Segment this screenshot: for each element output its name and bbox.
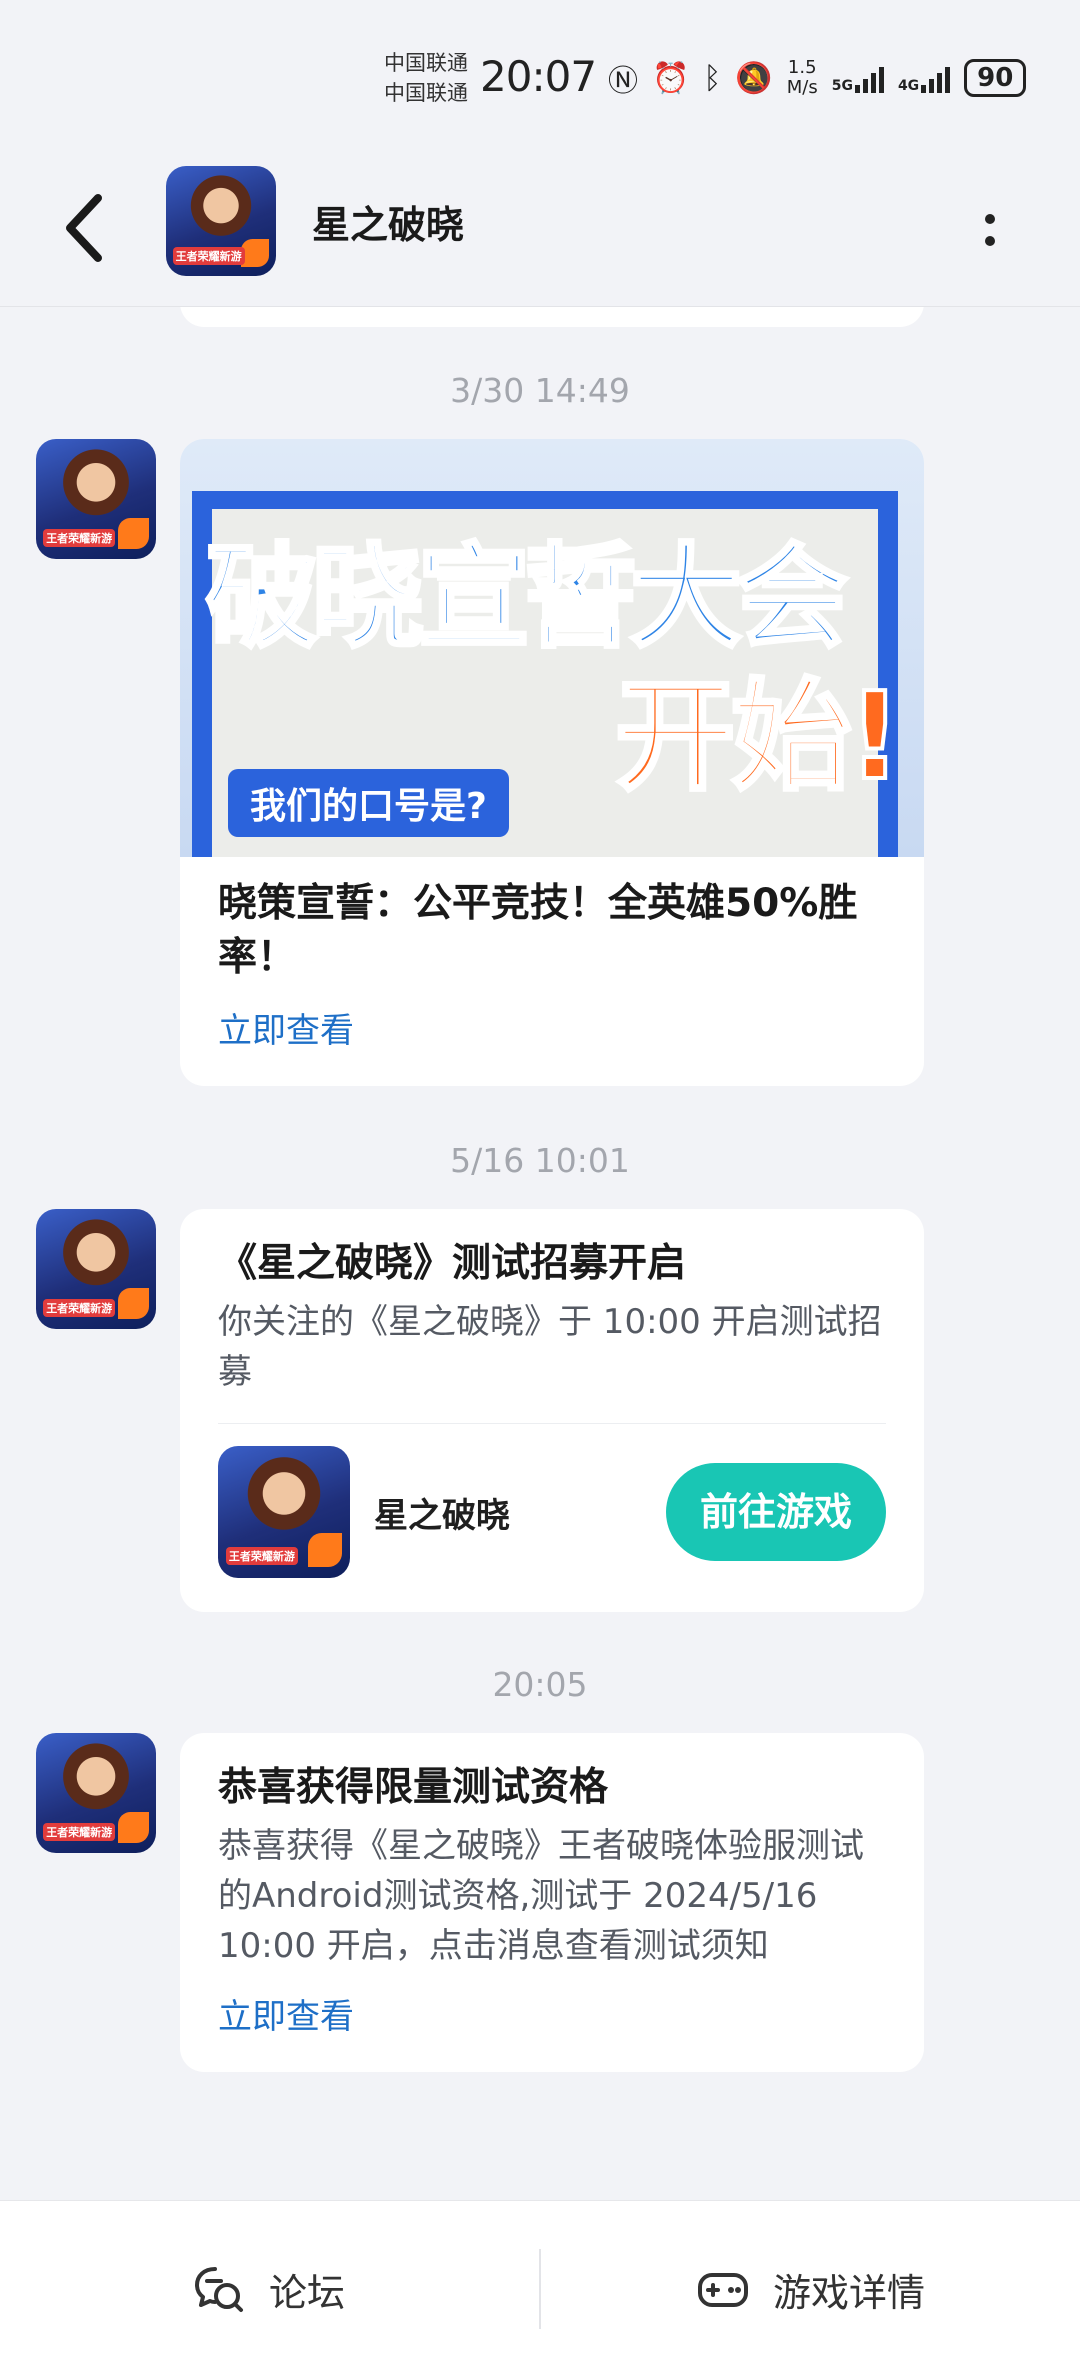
system-icons: Ⓝ ⏰ ᛒ 🔕 1.5 M/s 5G 4G 90 bbox=[608, 56, 1027, 100]
more-options-button[interactable] bbox=[960, 190, 1020, 270]
go-to-game-button[interactable]: 前往游戏 bbox=[666, 1463, 886, 1561]
nfc-icon: Ⓝ bbox=[608, 64, 638, 99]
status-bar: 中国联通 中国联通 20:07 Ⓝ ⏰ ᛒ 🔕 1.5 M/s 5G 4G 90 bbox=[0, 0, 1080, 150]
gamepad-icon bbox=[697, 2273, 748, 2307]
message-title: 晓策宣誓：公平竞技！全英雄50%胜率！ bbox=[218, 881, 858, 980]
signal-icon-2: 4G bbox=[897, 63, 951, 94]
sim1-bars bbox=[854, 63, 884, 93]
carrier-labels: 中国联通 中国联通 bbox=[384, 48, 468, 108]
more-dot-icon bbox=[985, 214, 995, 224]
card-body: 恭喜获得限量测试资格 恭喜获得《星之破晓》王者破晓体验服测试的Android测试… bbox=[180, 1733, 924, 2072]
view-now-link[interactable]: 立即查看 bbox=[218, 1989, 886, 2038]
banner-subheadline: 开始! bbox=[613, 666, 904, 809]
message-title: 恭喜获得限量测试资格 bbox=[218, 1765, 609, 1810]
game-icon[interactable]: 王者荣耀新游 bbox=[218, 1446, 350, 1578]
bottom-action-bar: 论坛 游戏详情 bbox=[0, 2200, 1080, 2377]
message-timestamp: 3/30 14:49 bbox=[450, 371, 630, 410]
status-time: 20:07 bbox=[480, 52, 597, 101]
icon-badge-text: 王者荣耀新游 bbox=[225, 1546, 298, 1565]
net-speed-unit: M/s bbox=[786, 77, 818, 98]
message-timestamp: 20:05 bbox=[492, 1665, 588, 1704]
forum-tab[interactable]: 论坛 bbox=[0, 2201, 538, 2377]
message-description: 你关注的《星之破晓》于 10:00 开启测试招募 bbox=[218, 1302, 882, 1392]
message-card-announcement[interactable]: 破晓宣誓大会 开始! 我们的口号是? 晓策宣誓：公平竞技！全英雄50%胜率！ 立… bbox=[180, 439, 924, 1086]
forum-chat-icon bbox=[194, 2267, 243, 2312]
signal-icon: 5G bbox=[832, 63, 884, 93]
chevron-left-icon bbox=[66, 194, 102, 262]
network-speed: 1.5 M/s bbox=[787, 58, 818, 98]
message-timestamp: 5/16 10:01 bbox=[450, 1141, 630, 1180]
mute-icon: 🔕 bbox=[735, 60, 773, 96]
icon-badge-text: 王者荣耀新游 bbox=[172, 247, 245, 265]
forum-label: 论坛 bbox=[268, 2270, 345, 2315]
carrier-1: 中国联通 bbox=[384, 51, 468, 75]
card-body: 《星之破晓》测试招募开启 你关注的《星之破晓》于 10:00 开启测试招募 王者… bbox=[180, 1209, 924, 1612]
message-card-qualification[interactable]: 恭喜获得限量测试资格 恭喜获得《星之破晓》王者破晓体验服测试的Android测试… bbox=[180, 1733, 924, 2072]
banner-slogan-pill: 我们的口号是? bbox=[228, 769, 509, 837]
chat-header: 王者荣耀新游 星之破晓 bbox=[0, 150, 1080, 307]
page-title: 星之破晓 bbox=[312, 203, 465, 247]
message-title: 《星之破晓》测试招募开启 bbox=[218, 1241, 687, 1286]
icon-badge-text: 王者荣耀新游 bbox=[43, 1823, 116, 1841]
icon-badge-text: 王者荣耀新游 bbox=[43, 529, 116, 547]
game-details-tab[interactable]: 游戏详情 bbox=[542, 2201, 1080, 2377]
sender-avatar[interactable]: 王者荣耀新游 bbox=[36, 1209, 156, 1329]
more-dot-icon bbox=[985, 236, 995, 246]
alarm-icon: ⏰ bbox=[652, 60, 690, 96]
back-button[interactable] bbox=[58, 190, 118, 266]
sender-avatar[interactable]: 王者荣耀新游 bbox=[36, 1733, 156, 1853]
game-details-label: 游戏详情 bbox=[772, 2270, 925, 2315]
header-game-icon[interactable]: 王者荣耀新游 bbox=[166, 166, 276, 276]
previous-message-card[interactable] bbox=[180, 307, 924, 327]
view-now-link[interactable]: 立即查看 bbox=[218, 1003, 886, 1052]
tab-divider bbox=[539, 2249, 541, 2329]
sender-avatar[interactable]: 王者荣耀新游 bbox=[36, 439, 156, 559]
message-feed[interactable]: 3/30 14:49 王者荣耀新游 破晓宣誓大会 开始! 我们的口号是? 晓策宣… bbox=[0, 307, 1080, 2200]
icon-badge-text: 王者荣耀新游 bbox=[43, 1299, 116, 1317]
game-entry-row: 王者荣耀新游 星之破晓 前往游戏 bbox=[218, 1423, 886, 1578]
card-body: 晓策宣誓：公平竞技！全英雄50%胜率！ 立即查看 bbox=[180, 857, 924, 1086]
game-name: 星之破晓 bbox=[374, 1495, 510, 1536]
announcement-banner: 破晓宣誓大会 开始! 我们的口号是? bbox=[180, 439, 924, 857]
net-speed-value: 1.5 bbox=[787, 57, 817, 78]
battery-icon: 90 bbox=[964, 59, 1027, 97]
sim1-type: 5G bbox=[831, 78, 853, 94]
message-card-recruitment[interactable]: 《星之破晓》测试招募开启 你关注的《星之破晓》于 10:00 开启测试招募 王者… bbox=[180, 1209, 924, 1612]
sim2-type: 4G bbox=[897, 78, 920, 94]
bluetooth-icon: ᛒ bbox=[703, 60, 722, 96]
carrier-2: 中国联通 bbox=[384, 81, 468, 105]
message-description: 恭喜获得《星之破晓》王者破晓体验服测试的Android测试资格,测试于 2024… bbox=[218, 1826, 864, 1966]
sim2-bars bbox=[921, 63, 951, 93]
